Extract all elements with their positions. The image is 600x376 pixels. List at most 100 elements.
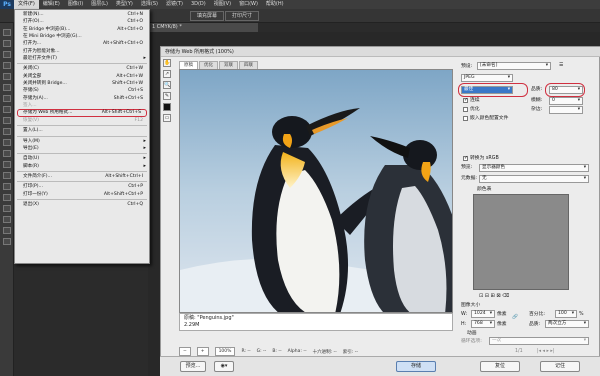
type-tool-icon[interactable] [3,194,11,201]
reset-button[interactable]: 复位 [480,361,520,372]
zoom-tool-icon[interactable]: 🔍 [163,81,171,89]
document-tab[interactable]: 1 CMYK/8) * [148,23,258,32]
preview-caption: 原稿: "Penguins.jpg" 2.29M [179,313,453,331]
matte-select[interactable] [549,106,583,114]
image-preview[interactable] [179,69,453,313]
menu-item[interactable]: 关闭(C) Ctrl+W [15,65,149,72]
panel-menu-icon[interactable]: ☰ [559,62,563,69]
view-tab[interactable]: 四联 [239,61,258,69]
print-size-button[interactable]: 打印尺寸 [225,11,260,21]
quick-select-tool-icon[interactable] [3,62,11,69]
menu-item[interactable]: 打开为... Alt+Shift+Ctrl+O [15,40,149,47]
menu-item[interactable]: 在 Bridge 中浏览(B)... Alt+Ctrl+O [15,26,149,33]
menubar-item[interactable]: 窗口(W) [235,0,262,9]
convert-srgb-checkbox[interactable] [463,155,468,161]
save-button[interactable]: 存储 [396,361,436,372]
path-select-tool-icon[interactable] [3,205,11,212]
resample-select[interactable]: 两次立方 [545,320,589,328]
menu-item[interactable]: 打印一份(Y) Alt+Shift+Ctrl+P [15,191,149,198]
menu-item-shortcut: Alt+Shift+Ctrl+S [101,110,141,116]
menu-item[interactable]: 恢复(V) F12 [15,117,149,124]
lasso-tool-icon[interactable] [3,51,11,58]
menu-item[interactable]: 文件简介(F)... Alt+Shift+Ctrl+I [15,173,149,180]
fill-screen-button[interactable]: 填充屏幕 [190,11,225,21]
eraser-tool-icon[interactable] [3,139,11,146]
alpha-readout: Alpha: -- [287,349,307,354]
menubar-item[interactable]: 图像(I) [64,0,87,9]
width-input[interactable]: 1024 [471,310,495,318]
hand-tool-icon[interactable]: ✋ [163,59,171,67]
blur-input[interactable]: 0 [549,97,583,105]
preset-select[interactable]: [未命名] [477,62,551,70]
menu-item[interactable]: 打开为智能对象... [15,48,149,55]
heal-tool-icon[interactable] [3,95,11,102]
menu-item[interactable]: 打开(O)... Ctrl+O [15,18,149,25]
menu-item[interactable]: 在 Mini Bridge 中浏览(G)... [15,33,149,40]
zoom-tool-icon[interactable] [3,238,11,245]
menubar-item[interactable]: 类型(Y) [112,0,137,9]
menubar-item[interactable]: 文件(F) [14,0,39,9]
marquee-tool-icon[interactable] [3,40,11,47]
progressive-checkbox[interactable] [463,97,468,103]
history-brush-tool-icon[interactable] [3,128,11,135]
menu-item[interactable]: 导入(M) [15,138,149,146]
brush-tool-icon[interactable] [3,106,11,113]
crop-tool-icon[interactable] [3,73,11,80]
color-table-tools-icon[interactable]: ⊡ ⊟ ⊞ ⊠ ⌫ [479,293,509,300]
embed-profile-checkbox[interactable] [463,116,468,121]
menu-item[interactable]: 退出(X) Ctrl+Q [15,201,149,208]
view-tab[interactable]: 原稿 [179,61,198,69]
metadata-select[interactable]: 无 [479,175,589,183]
eyedropper-tool-icon[interactable] [3,84,11,91]
menu-item[interactable]: 最近打开文件(T) [15,55,149,63]
optimized-checkbox[interactable] [463,107,468,112]
percent-input[interactable]: 100 [555,310,577,318]
toggle-slices-icon[interactable]: ▭ [163,114,171,122]
view-tab[interactable]: 优化 [199,61,218,69]
menu-item[interactable]: 存储为 Web 所用格式... Alt+Shift+Ctrl+S [17,109,147,117]
frame-nav-icon[interactable]: |◂ ◂ ▸ ▸| [537,348,554,355]
gradient-tool-icon[interactable] [3,150,11,157]
dodge-tool-icon[interactable] [3,172,11,179]
move-tool-icon[interactable] [3,29,11,36]
menu-item[interactable]: 新建(N)... Ctrl+N [15,11,149,18]
loop-select[interactable]: 一次 [489,337,589,345]
height-input[interactable]: 768 [471,320,495,328]
view-tab[interactable]: 双联 [219,61,238,69]
pen-tool-icon[interactable] [3,183,11,190]
menu-item[interactable]: 打印(P)... Ctrl+P [15,183,149,190]
slice-select-tool-icon[interactable]: ↗ [163,70,171,78]
menu-item[interactable]: 关闭并转到 Bridge... Shift+Ctrl+W [15,80,149,87]
constrain-proportions-icon[interactable]: 🔗 [512,314,518,321]
browser-icon[interactable]: ◉▾ [214,361,234,372]
menubar-item[interactable]: 滤镜(T) [162,0,187,9]
menubar-item[interactable]: 编辑(E) [39,0,64,9]
menu-item[interactable]: 自动(U) [15,155,149,163]
preview-select[interactable]: 显示器颜色 [479,164,589,172]
hand-tool-icon[interactable] [3,227,11,234]
stamp-tool-icon[interactable] [3,117,11,124]
menubar-item[interactable]: 选择(S) [137,0,162,9]
blur-tool-icon[interactable] [3,161,11,168]
format-select[interactable]: JPEG [461,74,513,82]
menubar-item[interactable]: 3D(D) [187,0,210,9]
menu-item[interactable]: 导出(E) [15,145,149,153]
menu-item[interactable]: 存储(S) Ctrl+S [15,87,149,94]
menu-item[interactable]: 存储为(A)... Shift+Ctrl+S [15,95,149,102]
menubar-item[interactable]: 图层(L) [87,0,112,9]
menubar-item[interactable]: 帮助(H) [262,0,288,9]
preview-in-browser-button[interactable]: 预览... [180,361,206,372]
embed-profile-label: 嵌入颜色配置文件 [470,116,509,121]
menu-item[interactable]: 关闭全部 Alt+Ctrl+W [15,73,149,80]
zoom-in-button[interactable]: + [196,347,209,356]
zoom-select[interactable]: 100% [214,347,236,356]
menu-item[interactable]: 置入(L)... [15,127,149,134]
zoom-out-button[interactable]: − [179,347,191,356]
remember-button[interactable]: 记住 [540,361,580,372]
eyedropper-color-swatch[interactable] [163,103,171,111]
menu-item[interactable]: 脚本(R) [15,163,149,171]
eyedropper-tool-icon[interactable]: ✎ [163,92,171,100]
menubar-item[interactable]: 视图(V) [210,0,235,9]
shape-tool-icon[interactable] [3,216,11,223]
menu-item[interactable]: 签入... [15,102,149,109]
